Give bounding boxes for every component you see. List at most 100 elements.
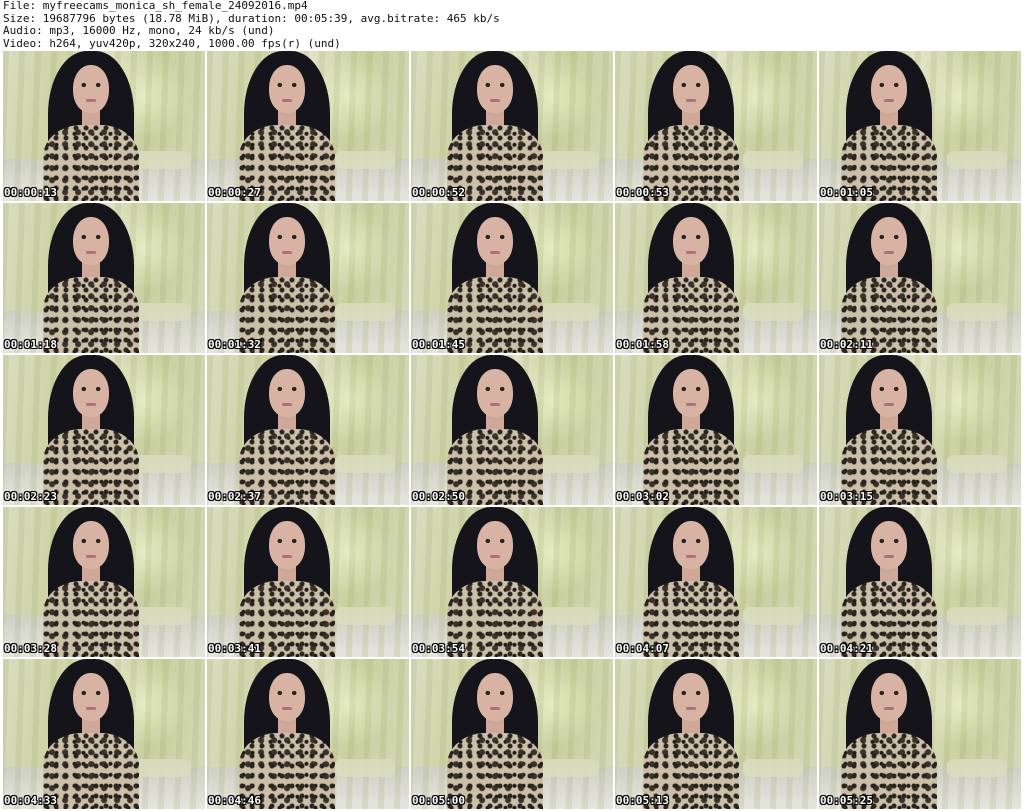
- video-frame-thumbnail: 00:03:28: [3, 507, 205, 657]
- timestamp-label: 00:00:27: [208, 186, 261, 199]
- video-frame-thumbnail: 00:01:58: [615, 203, 817, 353]
- pillow: [131, 303, 191, 321]
- eyes: [679, 387, 703, 391]
- video-info-line: Video: h264, yuv420p, 320x240, 1000.00 f…: [3, 36, 341, 50]
- mouth: [490, 403, 500, 406]
- eyes: [679, 691, 703, 695]
- file-info-header: File: myfreecams_monica_sh_female_240920…: [3, 0, 1021, 50]
- timestamp-label: 00:04:21: [820, 642, 873, 655]
- pillow: [335, 455, 395, 473]
- pillow: [335, 607, 395, 625]
- face: [269, 369, 305, 417]
- timestamp-label: 00:02:50: [412, 490, 465, 503]
- timestamp-label: 00:05:25: [820, 794, 873, 807]
- video-frame-thumbnail: 00:05:25: [819, 659, 1021, 809]
- pillow: [539, 759, 599, 777]
- eyes: [877, 539, 901, 543]
- mouth: [686, 99, 696, 102]
- timestamp-label: 00:04:07: [616, 642, 669, 655]
- face: [73, 673, 109, 721]
- face: [269, 65, 305, 113]
- face: [673, 217, 709, 265]
- pillow: [335, 759, 395, 777]
- timestamp-label: 00:02:11: [820, 338, 873, 351]
- eyes: [679, 539, 703, 543]
- eyes: [877, 387, 901, 391]
- timestamp-label: 00:05:00: [412, 794, 465, 807]
- video-frame-thumbnail: 00:03:15: [819, 355, 1021, 505]
- timestamp-label: 00:04:33: [4, 794, 57, 807]
- face: [673, 521, 709, 569]
- leopard-print-dress: [43, 429, 139, 505]
- timestamp-label: 00:03:54: [412, 642, 465, 655]
- face: [477, 65, 513, 113]
- face: [477, 369, 513, 417]
- mouth: [86, 403, 96, 406]
- video-frame-thumbnail: 00:00:53: [615, 51, 817, 201]
- eyes: [275, 83, 299, 87]
- timestamp-label: 00:03:41: [208, 642, 261, 655]
- mouth: [490, 251, 500, 254]
- mouth: [884, 99, 894, 102]
- timestamp-label: 00:00:52: [412, 186, 465, 199]
- eyes: [275, 387, 299, 391]
- video-frame-thumbnail: 00:03:41: [207, 507, 409, 657]
- eyes: [483, 539, 507, 543]
- eyes: [79, 83, 103, 87]
- face: [477, 217, 513, 265]
- video-frame-thumbnail: 00:02:23: [3, 355, 205, 505]
- thumbnail-grid: 00:00:13 00:00:27 00:00:52 00:00:53 00:01:05…: [3, 51, 1021, 810]
- pillow: [335, 151, 395, 169]
- mouth: [282, 403, 292, 406]
- timestamp-label: 00:00:13: [4, 186, 57, 199]
- pillow: [539, 151, 599, 169]
- eyes: [877, 235, 901, 239]
- mouth: [86, 707, 96, 710]
- pillow: [335, 303, 395, 321]
- video-frame-thumbnail: 00:01:32: [207, 203, 409, 353]
- eyes: [79, 235, 103, 239]
- mouth: [686, 555, 696, 558]
- pillow: [131, 759, 191, 777]
- pillow: [743, 303, 803, 321]
- face: [73, 217, 109, 265]
- video-frame-thumbnail: 00:02:37: [207, 355, 409, 505]
- mouth: [490, 555, 500, 558]
- pillow: [743, 759, 803, 777]
- video-frame-thumbnail: 00:03:02: [615, 355, 817, 505]
- timestamp-label: 00:02:23: [4, 490, 57, 503]
- video-frame-thumbnail: 00:02:11: [819, 203, 1021, 353]
- eyes: [483, 235, 507, 239]
- pillow: [743, 151, 803, 169]
- eyes: [275, 235, 299, 239]
- video-frame-thumbnail: 00:05:13: [615, 659, 817, 809]
- mouth: [490, 707, 500, 710]
- pillow: [131, 455, 191, 473]
- leopard-print-dress: [43, 733, 139, 809]
- mouth: [282, 707, 292, 710]
- mouth: [884, 555, 894, 558]
- timestamp-label: 00:04:46: [208, 794, 261, 807]
- mouth: [884, 707, 894, 710]
- face: [477, 673, 513, 721]
- mouth: [884, 251, 894, 254]
- leopard-print-dress: [43, 125, 139, 201]
- video-frame-thumbnail: 00:00:27: [207, 51, 409, 201]
- face: [871, 673, 907, 721]
- leopard-print-dress: [43, 277, 139, 353]
- face: [477, 521, 513, 569]
- mouth: [86, 99, 96, 102]
- timestamp-label: 00:01:18: [4, 338, 57, 351]
- mouth: [86, 555, 96, 558]
- pillow: [539, 607, 599, 625]
- eyes: [275, 539, 299, 543]
- face: [269, 673, 305, 721]
- eyes: [877, 83, 901, 87]
- video-frame-thumbnail: 00:04:46: [207, 659, 409, 809]
- face: [73, 369, 109, 417]
- video-frame-thumbnail: 00:04:21: [819, 507, 1021, 657]
- pillow: [131, 607, 191, 625]
- video-frame-thumbnail: 00:04:07: [615, 507, 817, 657]
- pillow: [539, 303, 599, 321]
- timestamp-label: 00:03:28: [4, 642, 57, 655]
